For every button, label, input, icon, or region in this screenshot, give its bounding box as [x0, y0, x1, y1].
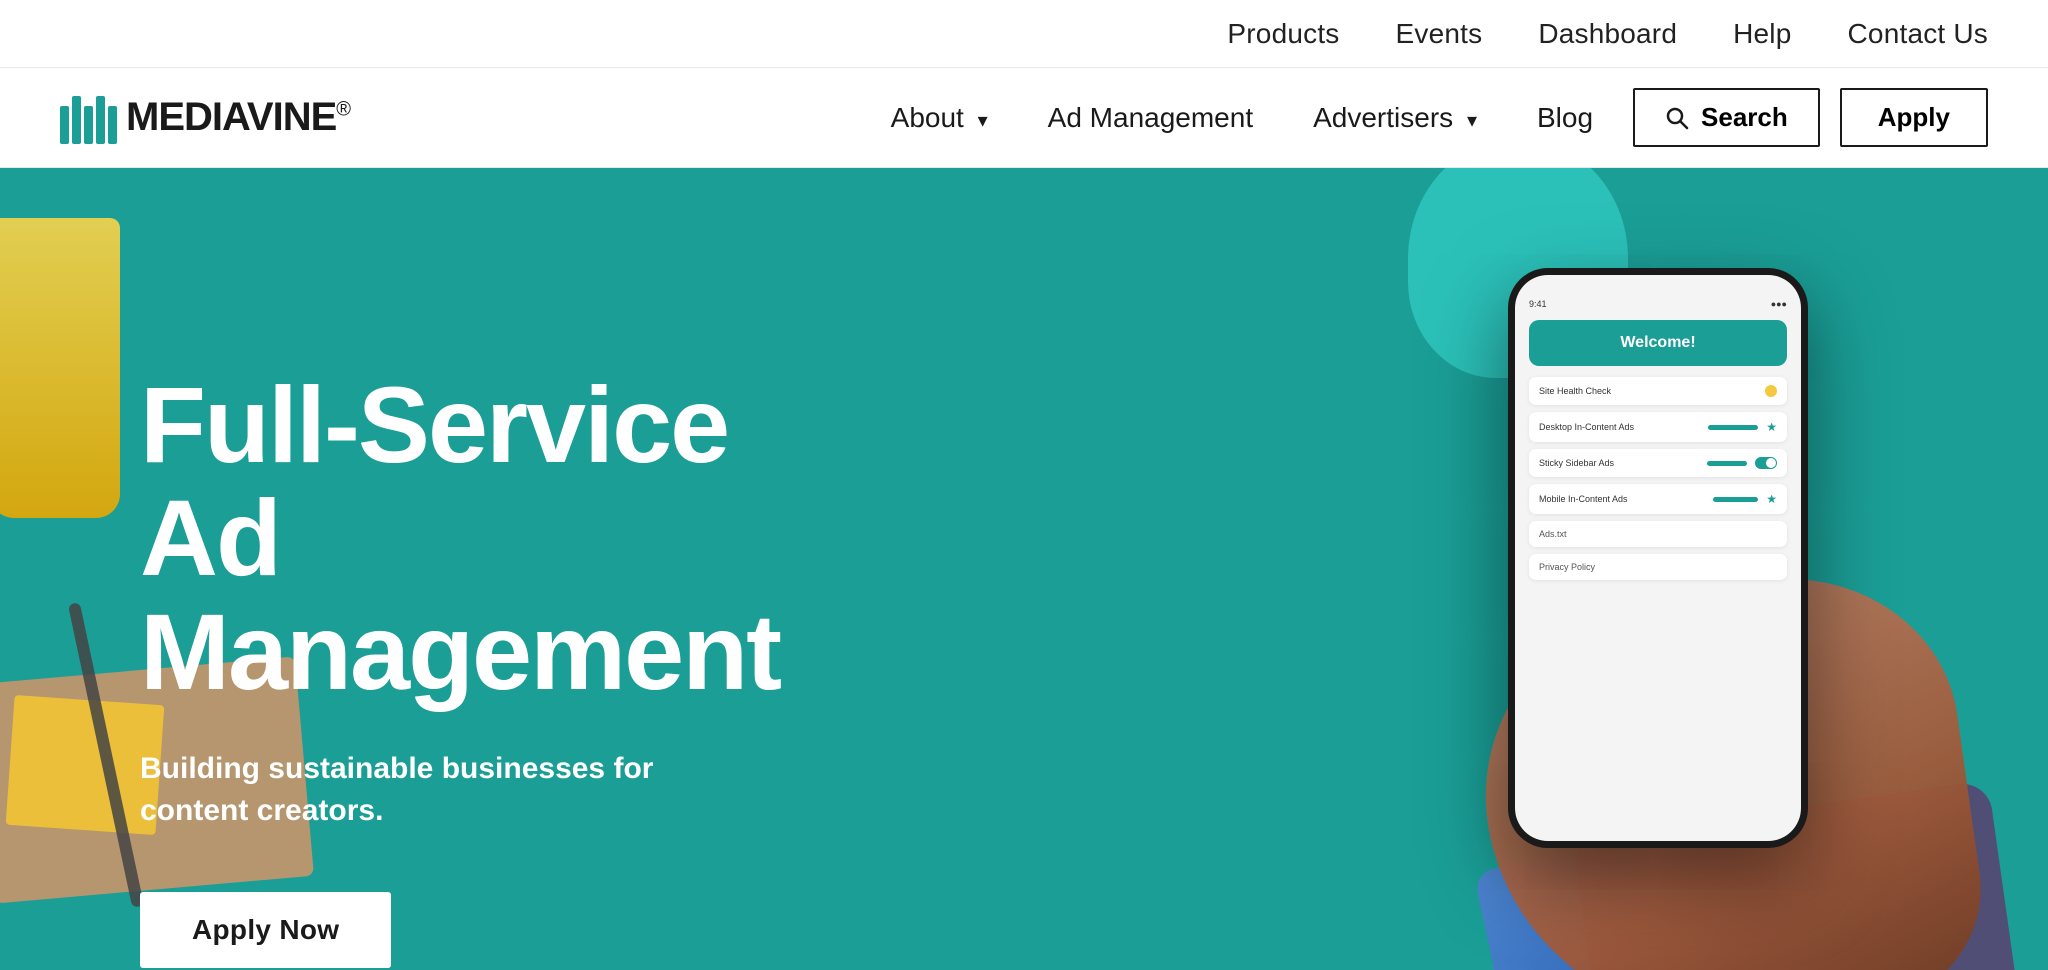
top-nav-link-dashboard[interactable]: Dashboard: [1538, 18, 1677, 49]
top-nav-link-contact-us[interactable]: Contact Us: [1848, 18, 1989, 49]
mediavine-logo-svg: [60, 92, 118, 144]
phone-status-bar: 9:41 ●●●: [1529, 299, 1787, 309]
phone-in-hand: 9:41 ●●● Welcome! Site Health Check Desk…: [1448, 248, 1928, 968]
hero-title-line2: Ad Management: [140, 477, 780, 711]
top-nav-link-products[interactable]: Products: [1227, 18, 1339, 49]
phone-item-star: ★: [1766, 420, 1777, 434]
apply-button[interactable]: Apply: [1840, 88, 1988, 147]
main-nav-link-blog[interactable]: Blog: [1537, 102, 1593, 133]
phone-item-label: Sticky Sidebar Ads: [1539, 458, 1699, 468]
phone-welcome-card: Welcome!: [1529, 320, 1787, 366]
main-nav-links: About ▾ Ad Management Advertisers ▾ Blog: [891, 102, 1593, 134]
phone-item-label: Mobile In-Content Ads: [1539, 494, 1705, 504]
main-nav-link-about[interactable]: About ▾: [891, 102, 988, 133]
phone-list-item: Ads.txt: [1529, 521, 1787, 547]
phone-item-label: Site Health Check: [1539, 386, 1757, 396]
logo-text: MEDIAVINE®: [126, 95, 350, 140]
main-navigation: MEDIAVINE® About ▾ Ad Management Adverti…: [0, 68, 2048, 168]
top-navigation: Products Events Dashboard Help Contact U…: [0, 0, 2048, 68]
phone-item-label: Ads.txt: [1539, 529, 1777, 539]
main-nav-item-about[interactable]: About ▾: [891, 102, 988, 134]
top-nav-item-dashboard[interactable]: Dashboard: [1538, 18, 1677, 50]
decoration-glass: [0, 218, 120, 518]
hero-subtitle: Building sustainable businesses for cont…: [140, 748, 660, 832]
phone-item-label: Desktop In-Content Ads: [1539, 422, 1700, 432]
main-nav-item-blog[interactable]: Blog: [1537, 102, 1593, 134]
hero-section: 9:41 ●●● Welcome! Site Health Check Desk…: [0, 168, 2048, 970]
phone-list-item: Privacy Policy: [1529, 554, 1787, 580]
top-nav-item-events[interactable]: Events: [1396, 18, 1483, 50]
about-dropdown-arrow: ▾: [978, 110, 988, 132]
top-nav-link-events[interactable]: Events: [1396, 18, 1483, 49]
phone-body: 9:41 ●●● Welcome! Site Health Check Desk…: [1508, 268, 1808, 848]
phone-toggle: [1755, 457, 1777, 469]
phone-item-label: Privacy Policy: [1539, 562, 1777, 572]
main-nav-item-ad-management[interactable]: Ad Management: [1048, 102, 1253, 134]
phone-list-item: Site Health Check: [1529, 377, 1787, 405]
search-button-label: Search: [1701, 102, 1788, 133]
search-button[interactable]: Search: [1633, 88, 1820, 147]
hero-title: Full-Service Ad Management: [140, 368, 840, 708]
hero-title-line1: Full-Service: [140, 364, 728, 485]
advertisers-dropdown-arrow: ▾: [1467, 110, 1477, 132]
main-nav-link-ad-management[interactable]: Ad Management: [1048, 102, 1253, 133]
top-nav-item-contact-us[interactable]: Contact Us: [1848, 18, 1989, 50]
hero-apply-now-button[interactable]: Apply Now: [140, 892, 391, 968]
phone-list-item: Desktop In-Content Ads ★: [1529, 412, 1787, 442]
top-nav-link-help[interactable]: Help: [1733, 18, 1791, 49]
phone-item-dot: [1765, 385, 1777, 397]
apply-button-label: Apply: [1878, 102, 1950, 132]
top-nav-links: Products Events Dashboard Help Contact U…: [1227, 18, 1988, 50]
logo-wordmark: MEDIAVINE: [126, 95, 336, 139]
logo-reg-symbol: ®: [336, 99, 350, 121]
main-nav-item-advertisers[interactable]: Advertisers ▾: [1313, 102, 1477, 134]
search-icon: [1665, 106, 1689, 130]
logo-area[interactable]: MEDIAVINE®: [60, 92, 350, 144]
phone-item-bar: [1713, 497, 1758, 502]
hero-content: Full-Service Ad Management Building sust…: [140, 368, 840, 968]
phone-screen: 9:41 ●●● Welcome! Site Health Check Desk…: [1515, 275, 1801, 841]
phone-list-item: Sticky Sidebar Ads: [1529, 449, 1787, 477]
top-nav-item-help[interactable]: Help: [1733, 18, 1791, 50]
logo-icon: [60, 92, 118, 144]
phone-item-star: ★: [1766, 492, 1777, 506]
phone-item-bar: [1707, 461, 1747, 466]
top-nav-item-products[interactable]: Products: [1227, 18, 1339, 50]
main-nav-link-advertisers[interactable]: Advertisers ▾: [1313, 102, 1477, 133]
phone-item-bar: [1708, 425, 1758, 430]
phone-list-item: Mobile In-Content Ads ★: [1529, 484, 1787, 514]
